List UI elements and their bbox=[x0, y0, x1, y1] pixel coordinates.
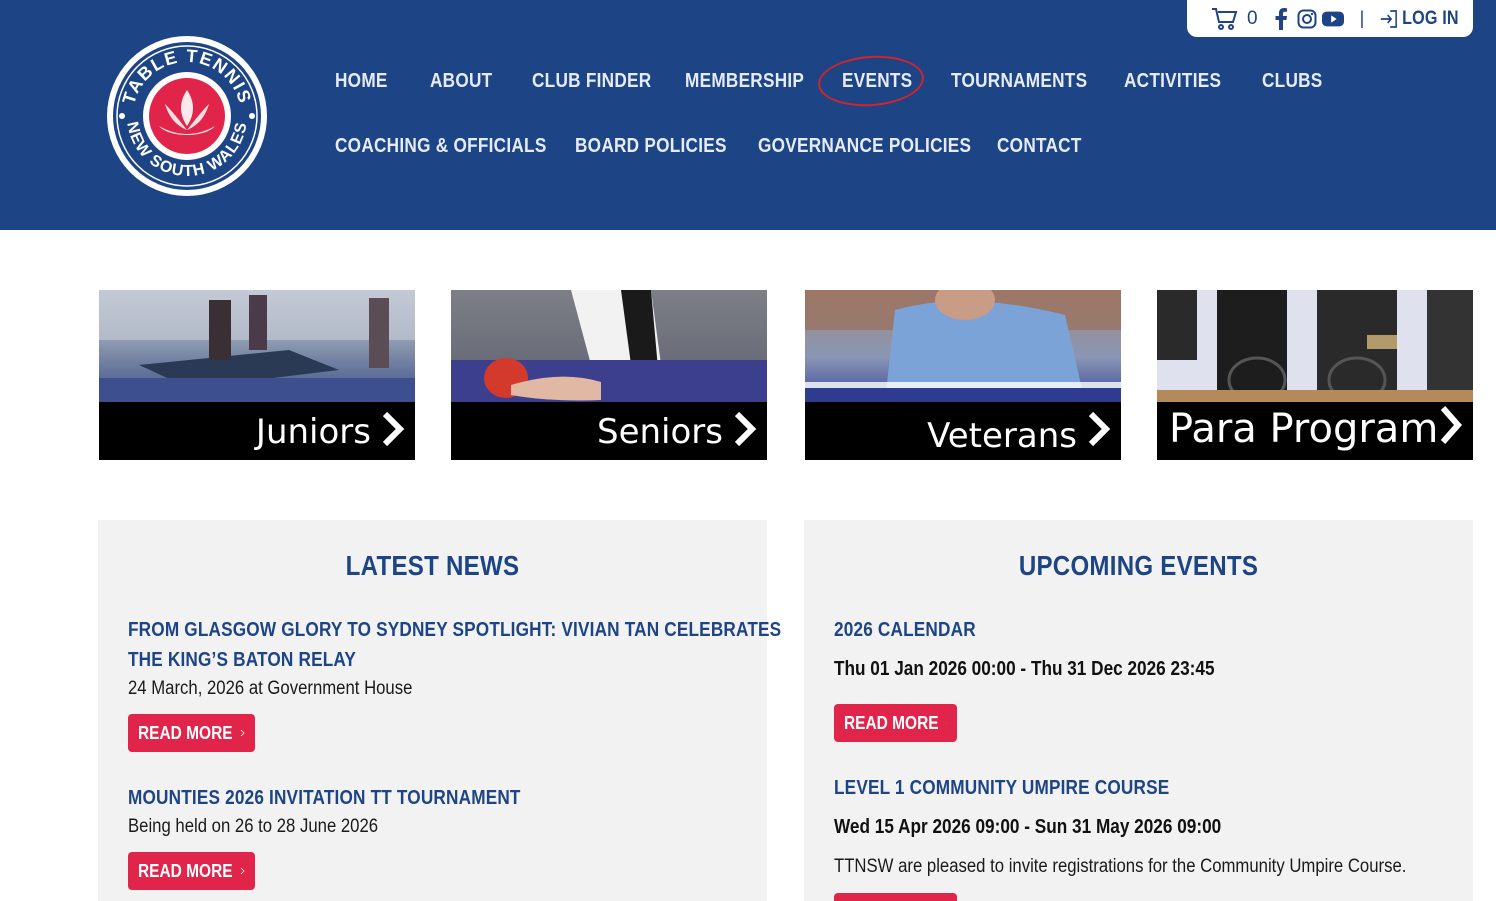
events-highlight-circle bbox=[816, 52, 926, 110]
login-icon bbox=[1381, 9, 1398, 28]
read-more-button[interactable]: READ MORE bbox=[128, 852, 255, 890]
divider: | bbox=[1359, 8, 1365, 28]
chevron-right-icon bbox=[240, 729, 245, 737]
banner-veterans[interactable]: Veterans bbox=[805, 290, 1121, 460]
banner-photo bbox=[805, 290, 1121, 402]
upcoming-events-title: UPCOMING EVENTS bbox=[1018, 550, 1259, 581]
news-item-summary: Being held on 26 to 28 June 2026 bbox=[128, 816, 379, 837]
banner-photo bbox=[451, 290, 767, 402]
site-header: 0 | LOG IN TABLE TENNIS NEW SOUTH WALES … bbox=[0, 0, 1496, 230]
news-item-title[interactable]: MOUNTIES 2026 INVITATION TT TOURNAMENT bbox=[128, 783, 521, 813]
facebook-icon[interactable] bbox=[1270, 7, 1292, 30]
nav-clubs[interactable]: CLUBS bbox=[1262, 70, 1323, 93]
nav-coaching-officials[interactable]: COACHING & OFFICIALS bbox=[335, 135, 547, 158]
news-item-title[interactable]: FROM GLASGOW GLORY TO SYDNEY SPOTLIGHT: … bbox=[128, 615, 781, 645]
banner-label: Juniors bbox=[255, 412, 371, 452]
nav-about[interactable]: ABOUT bbox=[430, 70, 492, 93]
youtube-icon[interactable] bbox=[1321, 8, 1344, 30]
banner-seniors[interactable]: Seniors bbox=[451, 290, 767, 460]
event-item-date: Wed 15 Apr 2026 09:00 - Sun 31 May 2026 … bbox=[834, 816, 1222, 838]
event-item-summary: TTNSW are pleased to invite registration… bbox=[834, 856, 1407, 877]
instagram-icon[interactable] bbox=[1296, 8, 1318, 30]
chevron-right-icon bbox=[382, 411, 405, 447]
event-item-date: Thu 01 Jan 2026 00:00 - Thu 31 Dec 2026 … bbox=[834, 658, 1215, 680]
utility-bar: 0 | LOG IN bbox=[1187, 0, 1473, 37]
banner-photo bbox=[99, 290, 415, 402]
cart-count: 0 bbox=[1247, 7, 1258, 29]
banner-para-program[interactable]: Para Program bbox=[1157, 290, 1473, 460]
read-more-label: READ MORE bbox=[138, 722, 233, 743]
read-more-button[interactable] bbox=[834, 893, 957, 901]
nav-governance-policies[interactable]: GOVERNANCE POLICIES bbox=[758, 135, 971, 158]
chevron-right-icon bbox=[1088, 411, 1111, 447]
login-label: LOG IN bbox=[1402, 7, 1460, 29]
nav-contact[interactable]: CONTACT bbox=[997, 135, 1082, 158]
banner-label: Seniors bbox=[597, 412, 723, 452]
nav-club-finder[interactable]: CLUB FINDER bbox=[532, 70, 651, 93]
read-more-label: READ MORE bbox=[138, 860, 233, 881]
chevron-right-icon bbox=[1440, 406, 1463, 444]
nav-activities[interactable]: ACTIVITIES bbox=[1124, 70, 1221, 93]
chevron-right-icon bbox=[240, 867, 245, 875]
banner-photo bbox=[1157, 290, 1473, 404]
banner-label: Para Program bbox=[1169, 406, 1439, 452]
news-item-title-cont[interactable]: THE KING’S BATON RELAY bbox=[128, 645, 356, 675]
site-logo[interactable]: TABLE TENNIS NEW SOUTH WALES bbox=[105, 34, 269, 198]
nav-home[interactable]: HOME bbox=[335, 70, 388, 93]
cart-icon[interactable] bbox=[1211, 6, 1239, 32]
chevron-right-icon bbox=[946, 722, 947, 724]
latest-news-panel: LATEST NEWS FROM GLASGOW GLORY TO SYDNEY… bbox=[98, 520, 781, 901]
nav-board-policies[interactable]: BOARD POLICIES bbox=[575, 135, 727, 158]
news-item-summary: 24 March, 2026 at Government House bbox=[128, 678, 413, 699]
login-link[interactable]: LOG IN bbox=[1380, 8, 1459, 30]
read-more-button[interactable]: READ MORE bbox=[128, 714, 255, 752]
read-more-button[interactable]: READ MORE bbox=[834, 704, 957, 742]
nav-membership[interactable]: MEMBERSHIP bbox=[685, 70, 804, 93]
banner-juniors[interactable]: Juniors bbox=[99, 290, 415, 460]
event-item-title[interactable]: 2026 CALENDAR bbox=[834, 615, 976, 645]
nav-tournaments[interactable]: TOURNAMENTS bbox=[951, 70, 1087, 93]
event-item-title[interactable]: LEVEL 1 COMMUNITY UMPIRE COURSE bbox=[834, 773, 1169, 803]
upcoming-events-panel: UPCOMING EVENTS 2026 CALENDAR Thu 01 Jan… bbox=[804, 520, 1473, 901]
chevron-right-icon bbox=[734, 411, 757, 447]
read-more-label: READ MORE bbox=[844, 712, 939, 733]
banner-label: Veterans bbox=[927, 416, 1077, 456]
latest-news-title: LATEST NEWS bbox=[345, 550, 520, 581]
